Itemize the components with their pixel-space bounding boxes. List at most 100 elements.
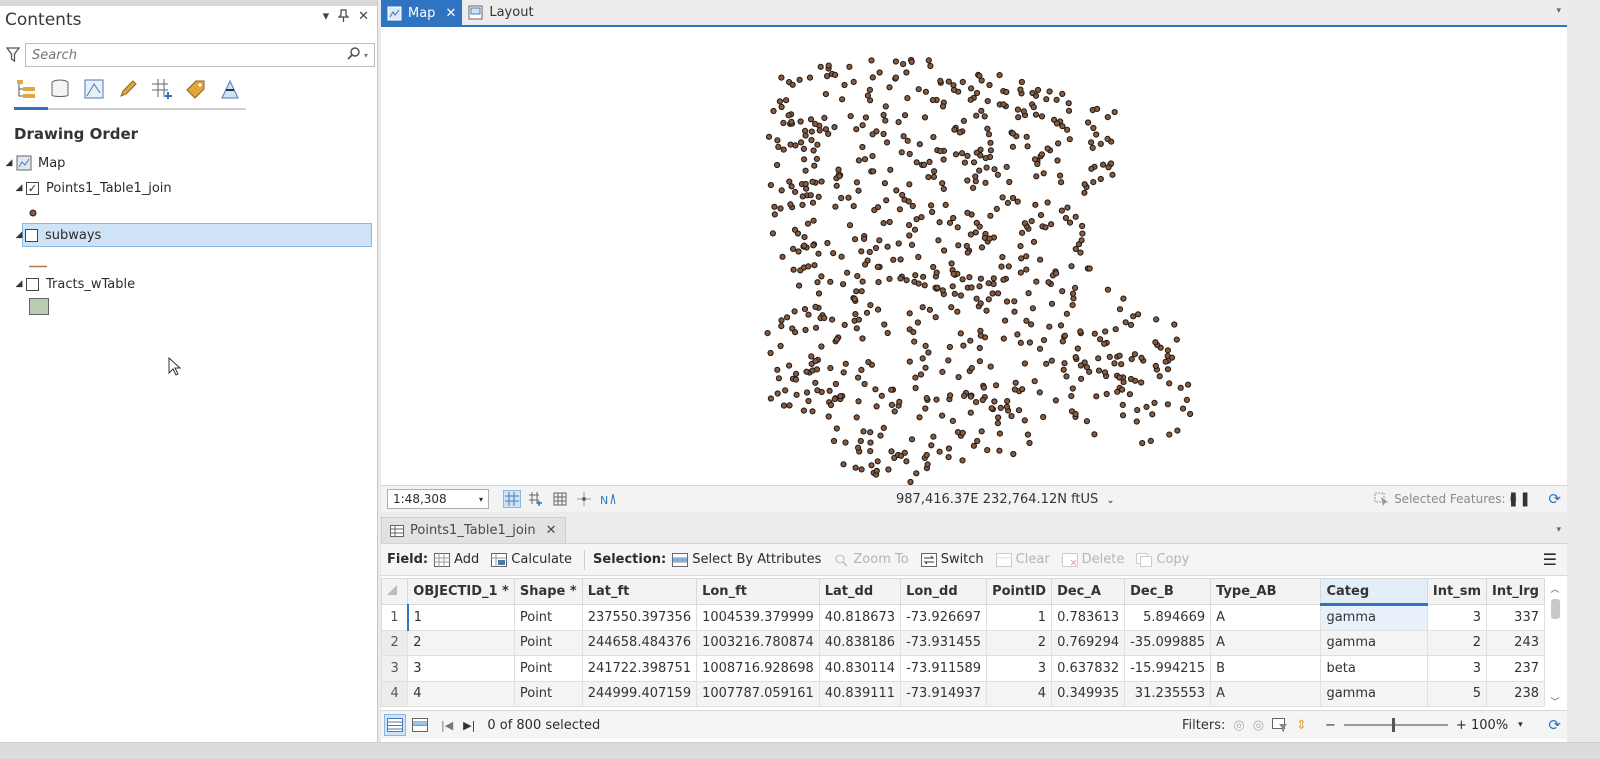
table-cell[interactable]: 0.637832 — [1051, 655, 1126, 682]
point-feature[interactable] — [1025, 290, 1032, 297]
point-feature[interactable] — [837, 393, 844, 400]
point-feature[interactable] — [1065, 107, 1073, 114]
point-feature[interactable] — [880, 130, 887, 138]
point-feature[interactable] — [923, 395, 930, 402]
layer-visibility-checkbox[interactable] — [25, 228, 38, 242]
point-feature[interactable] — [1019, 386, 1026, 393]
point-feature[interactable] — [841, 81, 848, 89]
point-feature[interactable] — [973, 399, 980, 406]
refresh-icon[interactable]: ⟳ — [1548, 490, 1561, 508]
column-header[interactable]: Int_sm — [1426, 578, 1488, 605]
point-feature[interactable] — [798, 139, 805, 146]
table-cell[interactable]: 2 — [1426, 629, 1488, 656]
point-feature[interactable] — [850, 78, 857, 86]
point-feature[interactable] — [906, 232, 913, 239]
point-feature[interactable] — [922, 364, 929, 371]
point-feature[interactable] — [887, 166, 894, 173]
point-feature[interactable] — [801, 156, 808, 163]
selected-features-status[interactable]: Selected Features: 0 — [1374, 492, 1517, 506]
point-feature[interactable] — [964, 177, 971, 184]
point-feature[interactable] — [1097, 140, 1104, 148]
point-feature[interactable] — [926, 158, 933, 165]
point-feature[interactable] — [873, 467, 880, 474]
point-feature[interactable] — [1173, 336, 1180, 343]
table-cell[interactable]: Point — [513, 655, 583, 682]
point-feature[interactable] — [903, 277, 910, 284]
point-feature[interactable] — [1017, 339, 1024, 346]
point-feature[interactable] — [1023, 253, 1030, 260]
point-feature[interactable] — [827, 401, 835, 409]
point-feature[interactable] — [985, 296, 992, 303]
point-feature[interactable] — [803, 389, 811, 396]
point-feature[interactable] — [799, 201, 806, 208]
point-feature[interactable] — [1015, 114, 1022, 121]
point-feature[interactable] — [1074, 345, 1081, 352]
table-cell[interactable]: 244999.407159 — [581, 680, 698, 707]
point-feature[interactable] — [881, 321, 888, 328]
point-feature[interactable] — [1038, 113, 1046, 120]
point-feature[interactable] — [797, 118, 804, 125]
table-cell[interactable]: 3 — [1426, 655, 1488, 682]
point-feature[interactable] — [1118, 361, 1125, 368]
table-cell[interactable]: 1003216.780874 — [696, 629, 820, 656]
point-feature[interactable] — [911, 226, 919, 233]
list-by-source-icon[interactable] — [48, 76, 72, 102]
table-cell[interactable]: gamma — [1320, 680, 1428, 707]
point-feature[interactable] — [921, 114, 929, 121]
point-feature[interactable] — [813, 366, 821, 373]
point-feature[interactable] — [1037, 256, 1044, 263]
point-feature[interactable] — [1156, 373, 1163, 380]
point-feature[interactable] — [1046, 323, 1053, 330]
point-feature[interactable] — [855, 316, 862, 323]
point-feature[interactable] — [911, 338, 918, 345]
point-feature[interactable] — [955, 374, 962, 381]
point-feature[interactable] — [855, 157, 862, 164]
point-feature[interactable] — [1032, 201, 1039, 208]
point-feature[interactable] — [1147, 437, 1154, 444]
point-feature[interactable] — [909, 202, 916, 210]
point-feature[interactable] — [1119, 401, 1126, 408]
point-feature[interactable] — [1017, 269, 1024, 276]
point-feature[interactable] — [1088, 165, 1095, 172]
first-record-icon[interactable]: |◀ — [441, 719, 453, 732]
point-feature[interactable] — [830, 437, 838, 445]
point-feature[interactable] — [804, 220, 812, 227]
point-feature[interactable] — [815, 193, 822, 200]
point-feature[interactable] — [1015, 407, 1023, 414]
point-feature[interactable] — [981, 113, 988, 120]
point-feature[interactable] — [795, 248, 802, 255]
point-feature[interactable] — [905, 198, 912, 205]
zoom-in-icon[interactable]: + — [1456, 718, 1467, 733]
list-by-perspective-imagery-icon[interactable] — [218, 76, 242, 102]
point-feature[interactable] — [803, 368, 810, 375]
point-feature[interactable] — [825, 413, 832, 420]
table-cell[interactable]: 31.235553 — [1124, 680, 1212, 707]
point-feature[interactable] — [993, 382, 1000, 389]
point-feature[interactable] — [872, 386, 879, 393]
filter-extent-icon[interactable]: ◎ — [1233, 718, 1244, 733]
point-feature[interactable] — [1029, 305, 1037, 312]
point-feature[interactable] — [908, 241, 916, 248]
pause-drawing-icon[interactable]: ❚❚ — [1508, 491, 1531, 507]
point-feature[interactable] — [906, 181, 913, 188]
point-feature[interactable] — [765, 133, 773, 140]
point-feature[interactable] — [778, 323, 785, 330]
point-feature[interactable] — [995, 414, 1002, 421]
point-feature[interactable] — [1132, 377, 1139, 384]
point-feature[interactable] — [984, 98, 991, 105]
point-feature[interactable] — [1023, 317, 1030, 324]
point-feature[interactable] — [1026, 339, 1034, 346]
point-feature[interactable] — [984, 447, 991, 454]
point-feature[interactable] — [964, 249, 971, 256]
point-feature[interactable] — [957, 330, 964, 337]
point-feature[interactable] — [928, 202, 935, 209]
point-feature[interactable] — [821, 114, 828, 122]
point-feature[interactable] — [832, 71, 839, 79]
point-feature[interactable] — [939, 103, 947, 110]
point-feature[interactable] — [945, 445, 953, 452]
point-feature[interactable] — [1149, 411, 1156, 418]
point-feature[interactable] — [810, 217, 817, 224]
point-feature[interactable] — [1106, 353, 1113, 360]
grid-icon[interactable] — [551, 490, 569, 508]
point-feature[interactable] — [973, 89, 981, 97]
